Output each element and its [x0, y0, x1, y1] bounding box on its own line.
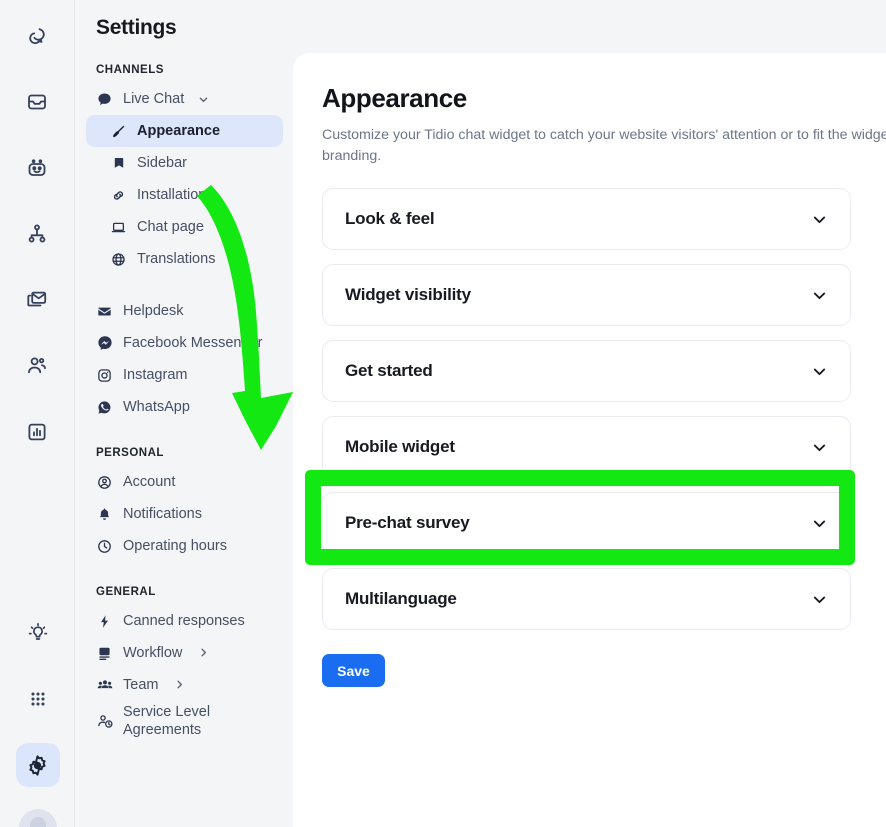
sidebar-item-label: Appearance: [137, 123, 221, 139]
sidebar-item-label: Operating hours: [123, 538, 227, 554]
app-window: Settings CHANNELS Live Chat Appearance S…: [0, 0, 886, 827]
accordion-widget-visibility[interactable]: Widget visibility: [322, 264, 851, 327]
instagram-icon: [96, 367, 113, 384]
sidebar-item-label: Sidebar: [137, 155, 187, 171]
sidebar-item-translations[interactable]: Translations: [86, 243, 283, 275]
bell-icon: [96, 506, 113, 523]
chat-bubble-icon: [96, 91, 113, 108]
main-content-panel: Appearance Customize your Tidio chat wid…: [293, 53, 886, 827]
sidebar-item-helpdesk[interactable]: Helpdesk: [86, 295, 283, 327]
sla-icon: [96, 713, 113, 730]
green-highlight-annotation: [305, 470, 855, 565]
inbox-icon[interactable]: [15, 80, 59, 124]
sidebar-item-label: Account: [123, 474, 176, 490]
accordion-get-started[interactable]: Get started: [322, 340, 851, 403]
chevron-down-icon[interactable]: [811, 591, 828, 608]
sidebar-item-label: Team: [123, 677, 159, 693]
chevron-down-icon[interactable]: [811, 287, 828, 304]
rail-bottom-group: [0, 611, 75, 827]
page-title-settings: Settings: [96, 16, 177, 39]
contacts-icon[interactable]: [15, 344, 59, 388]
sidebar-item-label: Chat page: [137, 219, 204, 235]
sidebar-item-account[interactable]: Account: [86, 466, 283, 498]
sidebar-item-live-chat[interactable]: Live Chat: [86, 83, 283, 115]
accordion-look-and-feel[interactable]: Look & feel: [322, 188, 851, 251]
conversations-icon[interactable]: [15, 14, 59, 58]
team-icon: [96, 677, 113, 694]
sidebar-item-installation[interactable]: Installation: [86, 179, 283, 211]
sidebar-item-chat-page[interactable]: Chat page: [86, 211, 283, 243]
sidebar-item-label: WhatsApp: [123, 399, 190, 415]
workflow-icon: [96, 645, 113, 662]
accordion-label: Look & feel: [345, 209, 435, 229]
settings-sidebar: Settings CHANNELS Live Chat Appearance S…: [76, 0, 293, 827]
sidebar-item-label: Workflow: [123, 645, 183, 661]
chevron-down-icon: [198, 94, 209, 105]
group-label-channels: CHANNELS: [96, 64, 164, 76]
chevron-down-icon[interactable]: [811, 211, 828, 228]
sidebar-item-facebook-messenger[interactable]: Facebook Messenger: [86, 327, 283, 359]
chatbot-icon[interactable]: [15, 146, 59, 190]
sidebar-item-label: Notifications: [123, 506, 202, 522]
link-icon: [110, 187, 127, 204]
brush-icon: [110, 123, 127, 140]
page-title-appearance: Appearance: [322, 83, 467, 113]
sidebar-item-team[interactable]: Team: [86, 669, 283, 701]
accordion-multilanguage[interactable]: Multilanguage: [322, 568, 851, 631]
primary-icon-rail: [0, 0, 75, 827]
chevron-down-icon[interactable]: [811, 439, 828, 456]
avatar[interactable]: [18, 809, 57, 827]
globe-icon: [110, 251, 127, 268]
apps-grid-icon[interactable]: [16, 677, 60, 721]
flows-icon[interactable]: [15, 212, 59, 256]
save-button[interactable]: Save: [322, 654, 385, 688]
person-circle-icon: [96, 474, 113, 491]
accordion-label: Widget visibility: [345, 285, 471, 305]
mail-icon: [96, 303, 113, 320]
sidebar-item-notifications[interactable]: Notifications: [86, 498, 283, 530]
sidebar-item-appearance[interactable]: Appearance: [86, 115, 283, 147]
sidebar-item-label: Facebook Messenger: [123, 335, 263, 351]
chevron-right-icon: [198, 646, 209, 661]
accordion-mobile-widget[interactable]: Mobile widget: [322, 416, 851, 479]
group-label-general: GENERAL: [96, 586, 156, 598]
sidebar-item-workflow[interactable]: Workflow: [86, 637, 283, 669]
whatsapp-icon: [96, 399, 113, 416]
sidebar-item-whatsapp[interactable]: WhatsApp: [86, 391, 283, 423]
messenger-icon: [96, 335, 113, 352]
sidebar-item-label: Installation: [137, 187, 207, 203]
sidebar-item-canned-responses[interactable]: Canned responses: [86, 605, 283, 637]
sidebar-item-service-level-agreements[interactable]: Service Level Agreements: [86, 701, 283, 741]
sidebar-item-operating-hours[interactable]: Operating hours: [86, 530, 283, 562]
settings-gear-icon[interactable]: [15, 743, 60, 787]
rail-top-group: [15, 0, 59, 454]
lightning-icon: [96, 613, 113, 630]
email-marketing-icon[interactable]: [15, 278, 59, 322]
sidebar-item-sidebar[interactable]: Sidebar: [86, 147, 283, 179]
bookmark-icon: [110, 155, 127, 172]
analytics-icon[interactable]: [15, 410, 59, 454]
accordion-label: Get started: [345, 361, 433, 381]
sidebar-item-label: Translations: [137, 251, 216, 267]
chevron-down-icon[interactable]: [811, 363, 828, 380]
group-label-personal: PERSONAL: [96, 447, 164, 459]
sidebar-item-label: Instagram: [123, 367, 188, 383]
sidebar-item-label: Helpdesk: [123, 303, 184, 319]
sidebar-item-label: Live Chat: [123, 91, 185, 107]
sidebar-item-instagram[interactable]: Instagram: [86, 359, 283, 391]
sidebar-item-label: Canned responses: [123, 613, 245, 629]
clock-icon: [96, 538, 113, 555]
laptop-icon: [110, 219, 127, 236]
accordion-label: Mobile widget: [345, 437, 455, 457]
accordion-label: Multilanguage: [345, 589, 457, 609]
page-description: Customize your Tidio chat widget to catc…: [322, 127, 886, 164]
lightbulb-icon[interactable]: [16, 611, 60, 655]
chevron-right-icon: [174, 678, 185, 693]
sidebar-item-label: Service Level Agreements: [123, 703, 211, 738]
